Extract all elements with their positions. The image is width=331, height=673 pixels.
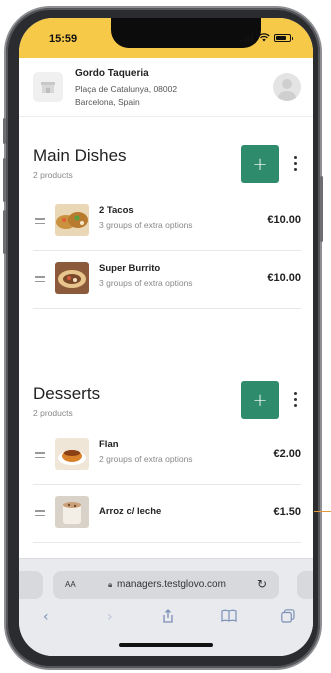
mute-switch — [3, 118, 6, 144]
product-price: €10.00 — [267, 214, 301, 226]
more-options-icon[interactable] — [293, 392, 297, 407]
signal-icon — [240, 33, 254, 42]
status-time: 15:59 — [49, 33, 78, 45]
store-header: Gordo Taqueria Plaça de Catalunya, 08002… — [19, 58, 313, 117]
forward-icon[interactable]: › — [107, 609, 113, 625]
section-main-dishes: Main Dishes 2 products + 2 Tacos 3 group… — [19, 128, 313, 328]
status-bar: 15:59 — [19, 18, 313, 58]
volume-up-button — [3, 158, 6, 202]
address-bar[interactable]: AA 🔒︎ managers.testglovo.com ↻ — [53, 571, 279, 599]
drag-handle-icon[interactable] — [35, 510, 45, 519]
store-address: Plaça de Catalunya, 08002 Barcelona, Spa… — [75, 83, 177, 109]
volume-down-button — [3, 210, 6, 254]
product-options: 3 groups of extra options — [99, 220, 193, 230]
next-tab-preview[interactable] — [297, 571, 313, 599]
battery-icon — [274, 33, 293, 42]
reader-options-button[interactable]: AA — [65, 580, 76, 589]
product-name: Arroz c/ leche — [99, 506, 162, 517]
product-row[interactable]: Flan 2 groups of extra options €2.00 — [33, 426, 301, 485]
home-indicator[interactable] — [119, 643, 213, 647]
bookmarks-icon[interactable] — [221, 609, 237, 626]
wifi-icon — [258, 33, 270, 42]
share-icon[interactable] — [161, 609, 175, 627]
edge-marker — [314, 511, 331, 512]
screen: 15:59 Gordo Taqueria Plaça de Catalunya,… — [19, 18, 313, 656]
product-name: Super Burrito — [99, 263, 161, 274]
section-title: Desserts — [33, 384, 101, 403]
section-desserts: Desserts 2 products + Flan 2 groups of e… — [19, 366, 313, 566]
product-row[interactable]: 2 Tacos 3 groups of extra options €10.00 — [33, 192, 301, 251]
browser-toolbar: ‹ › — [19, 607, 313, 633]
status-icons — [240, 33, 293, 42]
drag-handle-icon[interactable] — [35, 276, 45, 285]
add-product-button[interactable]: + — [241, 381, 279, 419]
section-title: Main Dishes — [33, 146, 127, 165]
section-count: 2 products — [33, 408, 73, 418]
avatar[interactable] — [273, 73, 301, 101]
url-text[interactable]: managers.testglovo.com — [117, 579, 226, 590]
product-price: €2.00 — [273, 448, 301, 460]
power-button — [320, 176, 323, 242]
lock-icon: 🔒︎ — [108, 580, 113, 589]
product-options: 3 groups of extra options — [99, 278, 193, 288]
section-count: 2 products — [33, 170, 73, 180]
back-icon[interactable]: ‹ — [43, 609, 49, 625]
product-image-burrito — [55, 262, 89, 294]
phone-frame: 15:59 Gordo Taqueria Plaça de Catalunya,… — [3, 8, 323, 668]
store-address-line1: Plaça de Catalunya, 08002 — [75, 84, 178, 94]
browser-bar: AA 🔒︎ managers.testglovo.com ↻ ‹ › — [19, 558, 313, 656]
product-image-tacos — [55, 204, 89, 236]
product-price: €10.00 — [267, 272, 301, 284]
store-icon[interactable] — [33, 72, 63, 102]
store-name: Gordo Taqueria — [75, 68, 149, 79]
previous-tab-preview[interactable] — [19, 571, 43, 599]
product-name: Flan — [99, 439, 119, 450]
product-row[interactable]: Super Burrito €10.00 3 groups of extra o… — [33, 250, 301, 309]
product-name: 2 Tacos — [99, 205, 134, 216]
notch — [111, 18, 261, 48]
product-price: €1.50 — [273, 506, 301, 518]
tabs-icon[interactable] — [281, 609, 295, 627]
more-options-icon[interactable] — [293, 156, 297, 171]
product-image-flan — [55, 438, 89, 470]
product-image-arroz — [55, 496, 89, 528]
product-options: 2 groups of extra options — [99, 454, 193, 464]
reload-icon[interactable]: ↻ — [257, 577, 267, 591]
store-address-line2: Barcelona, Spain — [75, 97, 140, 107]
drag-handle-icon[interactable] — [35, 218, 45, 227]
drag-handle-icon[interactable] — [35, 452, 45, 461]
add-product-button[interactable]: + — [241, 145, 279, 183]
product-row[interactable]: Arroz c/ leche €1.50 — [33, 484, 301, 543]
